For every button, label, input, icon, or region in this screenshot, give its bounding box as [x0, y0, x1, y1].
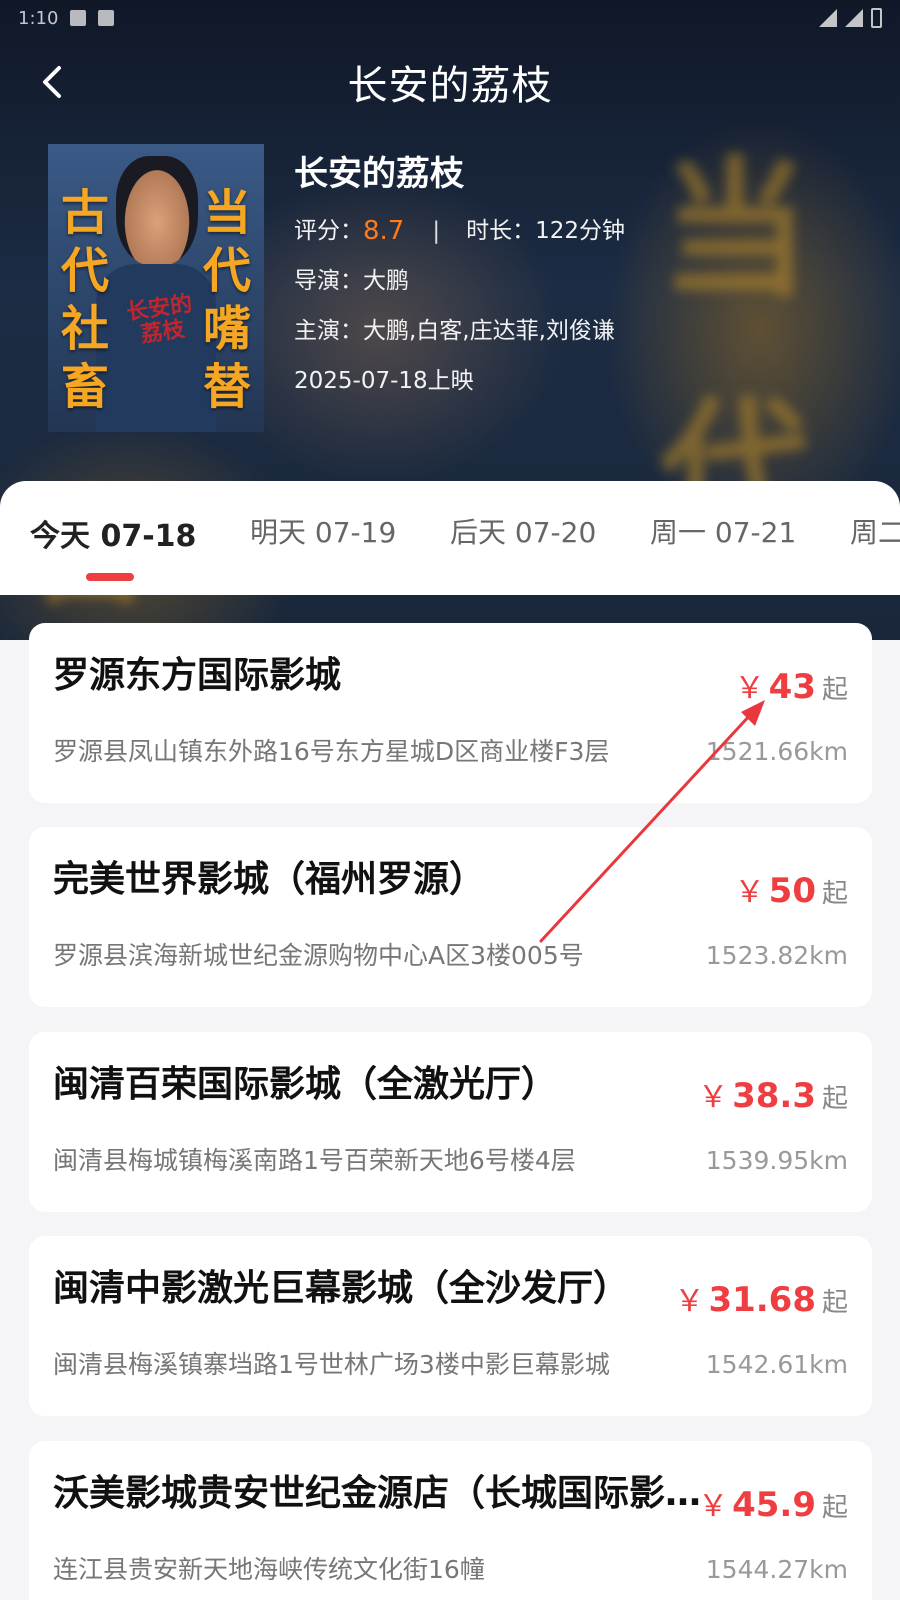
movie-score: 8.7 — [363, 216, 405, 246]
currency-symbol: ￥ — [698, 1080, 729, 1115]
cinema-name: 完美世界影城（福州罗源） — [53, 859, 486, 900]
nav-bar: 长安的荔枝 — [0, 50, 900, 114]
movie-name: 长安的荔枝 — [294, 154, 464, 194]
date-tabs: 今天 07-18 明天 07-19 后天 07-20 周一 07-21 周二 — [0, 481, 900, 595]
currency-symbol: ￥ — [698, 1489, 729, 1524]
price-suffix: 起 — [821, 1288, 848, 1318]
cinema-address: 罗源县凤山镇东外路16号东方星城D区商业楼F3层 — [53, 737, 610, 766]
price-suffix: 起 — [821, 879, 848, 909]
image-icon — [70, 10, 87, 26]
movie-poster[interactable]: 古代社畜 当代嘴替 长安的荔枝 — [48, 144, 264, 432]
movie-director: 导演：大鹏 — [294, 268, 409, 294]
poster-figure-body — [96, 264, 216, 432]
back-button[interactable] — [30, 58, 78, 106]
poster-tagline-right: 当代嘴替 — [202, 185, 251, 415]
price-value: 31.68 — [708, 1280, 816, 1320]
status-bar: 1:10 — [0, 0, 900, 36]
price-value: 45.9 — [732, 1485, 816, 1525]
back-arrow-icon — [43, 66, 61, 98]
cinema-distance: 1544.27km — [705, 1555, 848, 1584]
tab-date-tomorrow[interactable]: 明天 07-19 — [250, 511, 396, 551]
score-label: 评分： — [294, 218, 363, 244]
price-value: 38.3 — [732, 1076, 816, 1116]
page-title: 长安的荔枝 — [347, 63, 553, 109]
cinema-address: 闽清县梅溪镇寨垱路1号世林广场3楼中影巨幕影城 — [53, 1350, 610, 1379]
cinema-distance: 1521.66km — [705, 737, 848, 766]
cinema-card[interactable]: 闽清中影激光巨幕影城（全沙发厅） ￥ 31.68 起 闽清县梅溪镇寨垱路1号世林… — [29, 1236, 872, 1416]
poster-figure — [116, 156, 198, 266]
signal-icon — [845, 9, 863, 27]
poster-tagline-left: 古代社畜 — [60, 185, 109, 415]
cinema-card[interactable]: 罗源东方国际影城 ￥ 43 起 罗源县凤山镇东外路16号东方星城D区商业楼F3层… — [29, 623, 872, 803]
divider: | — [432, 218, 441, 244]
price-suffix: 起 — [821, 1493, 848, 1523]
cinema-card[interactable]: 沃美影城贵安世纪金源店（长城国际影城） ￥ 45.9 起 连江县贵安新天地海峡传… — [29, 1441, 872, 1600]
notification-icon — [98, 10, 115, 26]
cinema-name: 闽清百荣国际影城（全激光厅） — [53, 1064, 558, 1105]
cinema-address: 罗源县滨海新城世纪金源购物中心A区3楼005号 — [53, 941, 584, 970]
cinema-price: ￥ 50 起 — [735, 867, 848, 911]
battery-icon — [871, 8, 882, 28]
price-suffix: 起 — [821, 1084, 848, 1114]
cinema-price: ￥ 38.3 起 — [698, 1072, 848, 1116]
currency-symbol: ￥ — [734, 875, 765, 910]
cinema-distance: 1539.95km — [705, 1146, 848, 1175]
cinema-name: 沃美影城贵安世纪金源店（长城国际影城） — [53, 1473, 713, 1514]
cinema-card[interactable]: 完美世界影城（福州罗源） ￥ 50 起 罗源县滨海新城世纪金源购物中心A区3楼0… — [29, 827, 872, 1007]
tab-date-today[interactable]: 今天 07-18 — [30, 511, 196, 555]
cinema-price: ￥ 45.9 起 — [698, 1481, 848, 1525]
status-time: 1:10 — [18, 7, 59, 29]
cinema-card[interactable]: 闽清百荣国际影城（全激光厅） ￥ 38.3 起 闽清县梅城镇梅溪南路1号百荣新天… — [29, 1032, 872, 1212]
cinema-distance: 1542.61km — [705, 1350, 848, 1379]
cinema-address: 闽清县梅城镇梅溪南路1号百荣新天地6号楼4层 — [53, 1146, 576, 1175]
movie-details: 长安的荔枝 评分： 8.7 | 时长：122分钟 导演：大鹏 主演：大鹏,白客,… — [294, 144, 864, 396]
cinema-name: 闽清中影激光巨幕影城（全沙发厅） — [53, 1268, 630, 1309]
currency-symbol: ￥ — [674, 1284, 705, 1319]
tab-date-tuesday[interactable]: 周二 — [850, 511, 900, 551]
active-tab-indicator — [86, 573, 134, 581]
price-value: 43 — [768, 667, 816, 707]
movie-cast: 主演：大鹏,白客,庄达菲,刘俊谦 — [294, 318, 615, 344]
cinema-price: ￥ 31.68 起 — [674, 1276, 848, 1320]
price-suffix: 起 — [821, 675, 848, 705]
movie-duration: 时长：122分钟 — [466, 218, 626, 244]
tab-date-day-after[interactable]: 后天 07-20 — [450, 511, 596, 551]
tab-date-monday[interactable]: 周一 07-21 — [650, 511, 796, 551]
price-value: 50 — [768, 871, 816, 911]
currency-symbol: ￥ — [734, 671, 765, 706]
cinema-address: 连江县贵安新天地海峡传统文化街16幢 — [53, 1555, 485, 1584]
cinema-name: 罗源东方国际影城 — [53, 655, 342, 696]
wifi-icon — [819, 9, 837, 27]
cinema-distance: 1523.82km — [705, 941, 848, 970]
score-duration-row: 评分： 8.7 | 时长：122分钟 — [294, 216, 864, 246]
cinema-price: ￥ 43 起 — [735, 663, 848, 707]
movie-release-date: 2025-07-18上映 — [294, 368, 474, 394]
poster-title-logo: 长安的荔枝 — [124, 290, 194, 348]
movie-info: 古代社畜 当代嘴替 长安的荔枝 长安的荔枝 评分： 8.7 | 时长：122分钟… — [48, 144, 868, 432]
